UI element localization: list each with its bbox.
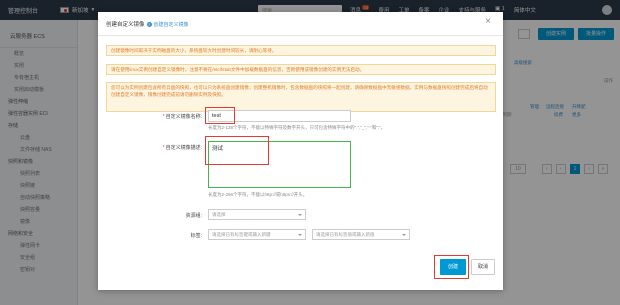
chevron-down-icon — [402, 234, 406, 236]
image-name-label: *自定义镜像名称: — [162, 114, 202, 120]
chevron-down-icon — [298, 234, 302, 236]
image-name-hint: 长度为2-128个字符，不能以特殊字符及数字开头，只可包含特殊字符中的".","… — [208, 125, 386, 130]
tag-key-select[interactable]: 请选择已有标签键或输入新键 — [208, 229, 306, 240]
resource-group-select[interactable]: 请选择 — [208, 209, 306, 220]
cancel-button[interactable]: 取消 — [471, 259, 495, 275]
help-icon: ? — [146, 21, 152, 27]
tags-label: 标签: — [190, 233, 202, 239]
image-description-label: *自定义镜像描述: — [162, 145, 202, 151]
notice-linux-fstab: 请在使用linux实例创建自定义镜像时，注意不要在/etc/fstab文件中加载… — [106, 64, 496, 75]
title-divider — [98, 35, 503, 36]
annotation-highlight-name — [205, 107, 235, 124]
dialog-title: 创建自定义镜像 ? 创建自定义镜像 — [106, 21, 189, 28]
help-link[interactable]: 创建自定义镜像 — [154, 21, 189, 28]
tag-value-select[interactable]: 请选择已有标签值或输入新值 — [312, 229, 410, 240]
create-custom-image-dialog: 创建自定义镜像 ? 创建自定义镜像 × 创建镜像时间取决于实例磁盘的大小，系统盘… — [98, 12, 503, 290]
close-icon[interactable]: × — [483, 17, 493, 27]
image-description-hint: 长度为2-256个字符，不能以http://或https://开头。 — [208, 192, 308, 197]
annotation-highlight-create — [434, 255, 469, 279]
annotation-highlight-desc — [205, 136, 269, 165]
notice-snapshot: 您可以为实例创建包含所有云盘的快照，也可以只为系统盘创建镜像；创建整机镜像时，包… — [106, 82, 496, 112]
notice-create-time: 创建镜像时间取决于实例磁盘的大小，系统盘较大时创建时间较长，请耐心等待。 — [106, 45, 496, 56]
chevron-down-icon — [298, 214, 302, 216]
resource-group-label: 资源组: — [185, 213, 202, 219]
